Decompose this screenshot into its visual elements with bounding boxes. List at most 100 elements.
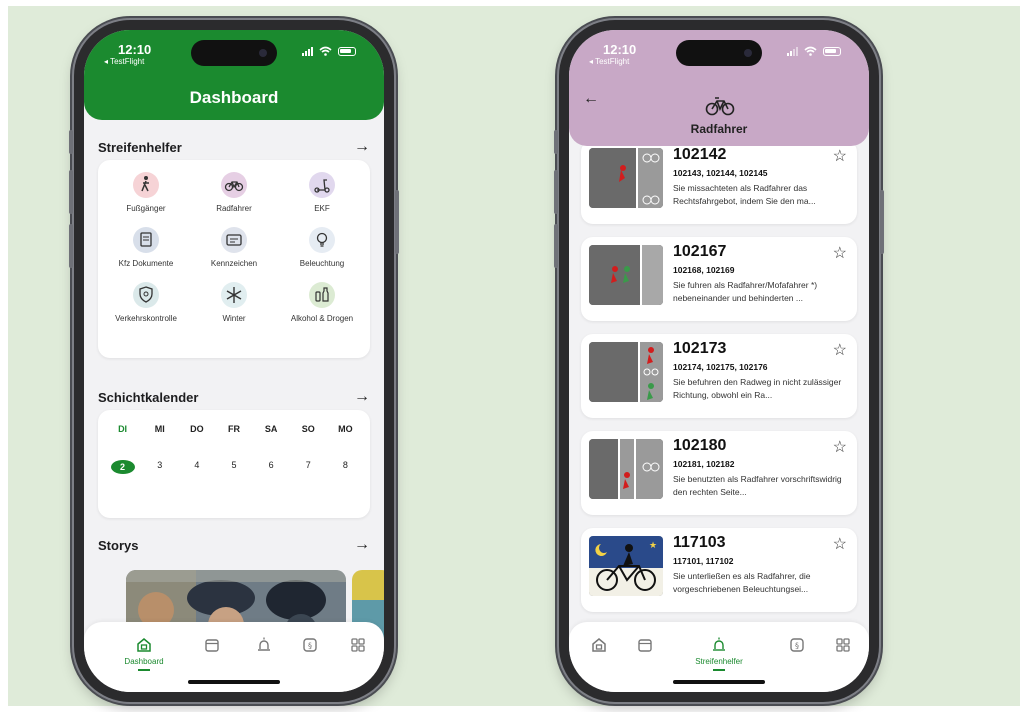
pedestrian-icon [141, 176, 149, 192]
list-item[interactable]: 102167 102168, 102169 Sie fuhren als Radfa… [581, 237, 857, 321]
section-header-streifenhelfer[interactable]: Streifenhelfer → [98, 138, 370, 156]
radfahrer-screen: 12:10 ◂ TestFlight ← Radfahrer 102142 102… [569, 30, 869, 692]
phone-dashboard: Dashboard 12:10 ◂ TestFlight Streifenhel… [69, 20, 399, 702]
list-item[interactable]: 102173 102174, 102175, 102176 Sie befuhren… [581, 334, 857, 418]
list-item[interactable]: 102142 102143, 102144, 102145 Sie missacht… [581, 140, 857, 224]
tab-label: Dashboard [124, 657, 164, 666]
mute-switch [69, 130, 73, 154]
related-codes: 102174, 102175, 102176 [673, 362, 768, 372]
power-button [880, 190, 884, 254]
section-header-storys[interactable]: Storys → [98, 536, 370, 554]
offense-description: Sie benutzten als Radfahrer vorschriftsw… [673, 474, 842, 497]
related-codes: 117101, 117102 [673, 556, 734, 566]
volume-up-button [69, 170, 73, 214]
offense-thumbnail: ★ [589, 536, 663, 596]
section-title: Streifenhelfer [98, 139, 182, 155]
clock: 12:10 [118, 42, 152, 57]
offense-code: 102180 [673, 437, 727, 454]
dashboard-screen: Dashboard 12:10 ◂ TestFlight Streifenhel… [84, 30, 384, 692]
streifenhelfer-item-snowflake[interactable]: Winter [190, 282, 278, 323]
streifenhelfer-item-shield[interactable]: Verkehrskontrolle [102, 282, 190, 323]
list-item[interactable]: ★ 117103 117101, 117102 Sie unterließen es … [581, 528, 857, 612]
streifenhelfer-item-license-plate[interactable]: Kennzeichen [190, 227, 278, 268]
signal-icon [302, 46, 313, 56]
calendar-date[interactable]: 2 [110, 460, 135, 474]
battery-icon [823, 46, 841, 56]
active-tab-indicator [138, 669, 150, 671]
offense-description: Sie unterließen es als Radfahrer, die vo… [673, 571, 811, 594]
offense-code: 102167 [673, 243, 727, 260]
item-label: Verkehrskontrolle [115, 314, 177, 323]
offense-thumbnail [589, 342, 663, 402]
offense-thumbnail [589, 148, 663, 208]
shield-icon [139, 286, 153, 303]
section-header-schichtkalender[interactable]: Schichtkalender → [98, 388, 370, 406]
streifenhelfer-item-pedestrian[interactable]: Fußgänger [102, 172, 190, 213]
tab-streifenhelfer[interactable]: Streifenhelfer [689, 636, 749, 671]
offense-illustration: ★ [589, 536, 663, 596]
offense-illustration [589, 342, 663, 402]
tab-more[interactable] [328, 636, 384, 654]
favorite-star-icon[interactable]: ☆ [833, 534, 847, 554]
icon-circle [309, 282, 335, 308]
arrow-right-icon[interactable]: → [354, 536, 370, 554]
snowflake-icon [226, 287, 242, 303]
favorite-star-icon[interactable]: ☆ [833, 437, 847, 457]
calendar-date[interactable]: 8 [333, 460, 357, 474]
streifenhelfer-item-bottle[interactable]: Alkohol & Drogen [278, 282, 366, 323]
back-to-app-link[interactable]: ◂ TestFlight [104, 57, 144, 66]
svg-text:§: § [795, 642, 799, 651]
weekday-label: SO [301, 424, 315, 434]
date-number: 7 [305, 460, 311, 470]
calendar-icon [638, 639, 652, 652]
signal-icon [787, 46, 798, 56]
favorite-star-icon[interactable]: ☆ [833, 243, 847, 263]
bicycle-icon [224, 181, 244, 192]
weekday-label: DI [118, 424, 128, 434]
weekday-label: MO [338, 424, 353, 434]
streifenhelfer-item-lightbulb[interactable]: Beleuchtung [278, 227, 366, 268]
arrow-right-icon[interactable]: → [354, 138, 370, 156]
offense-description: Sie fuhren als Radfahrer/Mofafahrer *) n… [673, 280, 818, 303]
streifenhelfer-item-scooter[interactable]: EKF [278, 172, 366, 213]
dynamic-island [676, 40, 762, 66]
volume-down-button [554, 224, 558, 268]
tab-calendar[interactable] [182, 636, 242, 654]
arrow-right-icon[interactable]: → [354, 388, 370, 406]
grid-menu-icon [836, 638, 850, 652]
back-to-app-link[interactable]: ◂ TestFlight [589, 57, 629, 66]
icon-circle [309, 227, 335, 253]
related-codes: 102168, 102169 [673, 265, 735, 275]
date-number: 5 [231, 460, 237, 470]
date-number: 6 [268, 460, 274, 470]
tab-dashboard[interactable]: Dashboard [114, 636, 174, 671]
icon-circle [221, 172, 247, 198]
tab-more[interactable] [813, 636, 869, 654]
icon-circle [133, 172, 159, 198]
icon-circle [133, 227, 159, 253]
calendar-date[interactable]: 6 [259, 460, 283, 474]
siren-icon [713, 637, 725, 651]
paragraph-icon: § [790, 638, 804, 652]
list-item[interactable]: 102180 102181, 102182 Sie benutzten als Ra… [581, 431, 857, 515]
favorite-star-icon[interactable]: ☆ [833, 340, 847, 360]
offense-description: Sie befuhren den Radweg in nicht zulässi… [673, 377, 842, 400]
tab-calendar[interactable] [615, 636, 675, 654]
calendar-date[interactable]: 4 [185, 460, 209, 474]
back-arrow-icon[interactable]: ← [583, 90, 599, 108]
bottle-icon [315, 287, 329, 302]
streifenhelfer-item-bicycle[interactable]: Radfahrer [190, 172, 278, 213]
icon-circle [309, 172, 335, 198]
calendar-date[interactable]: 3 [148, 460, 172, 474]
home-icon [137, 638, 151, 652]
volume-up-button [554, 170, 558, 214]
calendar-date[interactable]: 5 [222, 460, 246, 474]
streifenhelfer-item-document[interactable]: Kfz Dokumente [102, 227, 190, 268]
related-codes: 102143, 102144, 102145 [673, 168, 768, 178]
active-tab-indicator [713, 669, 725, 671]
calendar-date[interactable]: 7 [296, 460, 320, 474]
favorite-star-icon[interactable]: ☆ [833, 146, 847, 166]
date-number: 8 [342, 460, 348, 470]
scooter-icon [314, 179, 330, 193]
siren-icon [258, 637, 270, 651]
